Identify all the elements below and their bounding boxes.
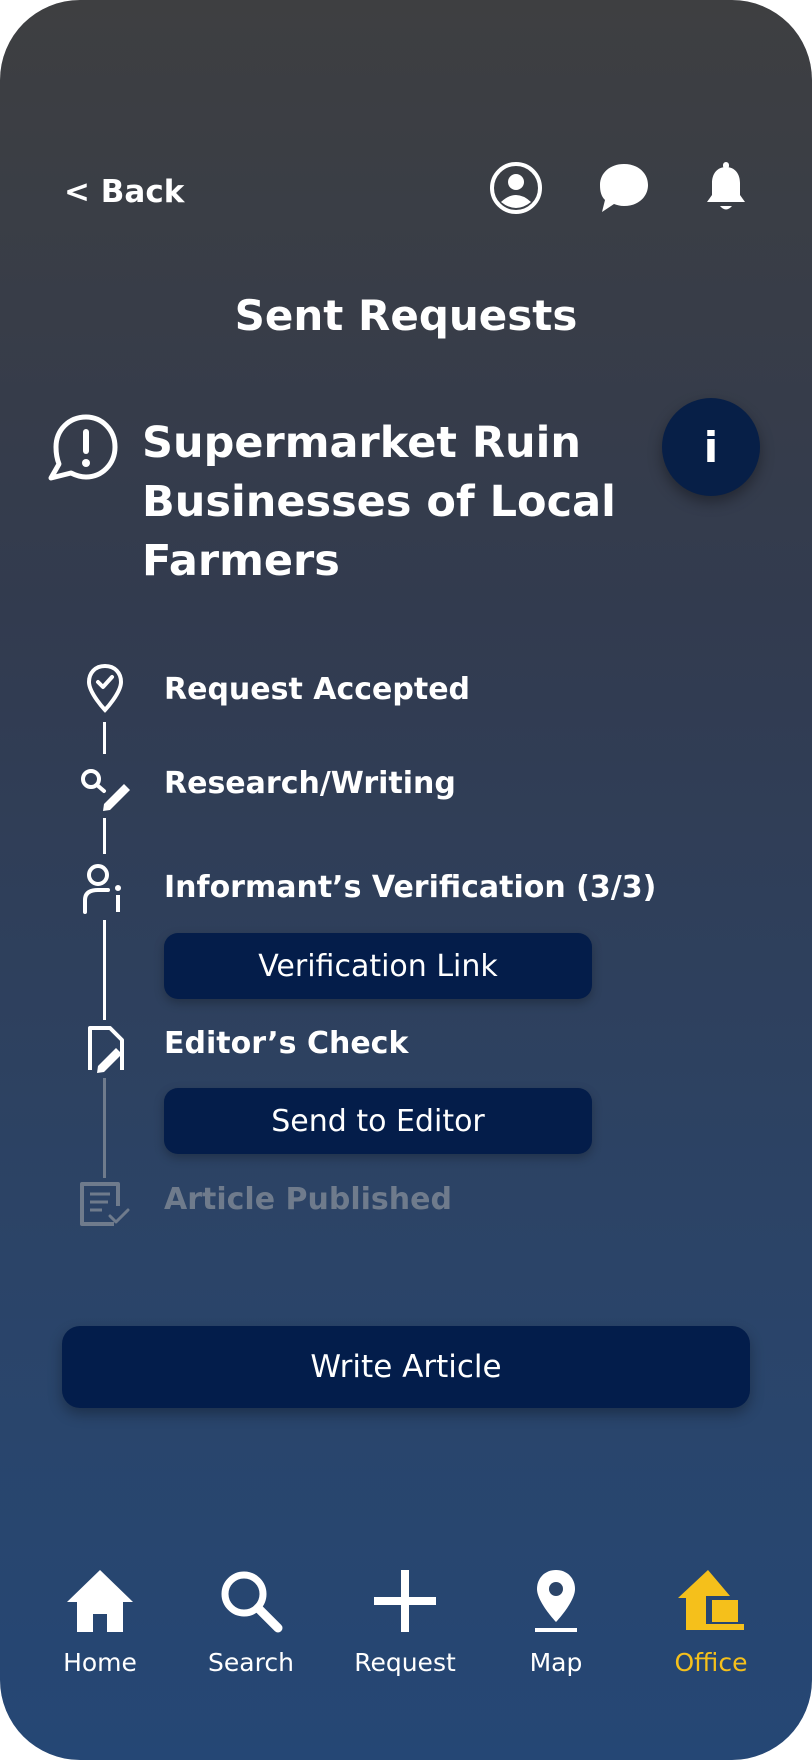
step-label-research-writing: Research/Writing [164, 766, 456, 801]
request-title: Supermarket Ruin Businesses of Local Far… [142, 418, 616, 586]
phone-screen: < Back Sent Requests Supermarket Ruin Bu… [0, 0, 812, 1760]
timeline-connector [103, 920, 106, 1020]
nav-label-search: Search [208, 1648, 294, 1677]
search-pen-icon [81, 769, 130, 811]
verification-link-button[interactable]: Verification Link [164, 933, 592, 999]
map-pin-icon [535, 1570, 577, 1632]
timeline-connector [103, 722, 106, 754]
nav-item-map[interactable]: Map [481, 1566, 631, 1686]
nav-label-map: Map [529, 1648, 583, 1677]
nav-label-home: Home [63, 1648, 137, 1677]
write-article-button[interactable]: Write Article [62, 1326, 750, 1408]
step-label-editor-check: Editor’s Check [164, 1026, 409, 1061]
person-info-icon [83, 864, 121, 914]
step-label-article-published: Article Published [164, 1182, 452, 1217]
plus-icon [374, 1570, 436, 1632]
office-icon [678, 1570, 744, 1630]
send-to-editor-button[interactable]: Send to Editor [164, 1088, 592, 1154]
profile-icon[interactable] [488, 160, 544, 216]
nav-item-home[interactable]: Home [25, 1566, 175, 1686]
search-icon [221, 1571, 283, 1633]
location-check-icon [86, 663, 124, 713]
step-label-informant-verification: Informant’s Verification (3/3) [164, 870, 657, 905]
nav-item-search[interactable]: Search [176, 1566, 326, 1686]
nav-item-office[interactable]: Office [636, 1566, 786, 1686]
timeline-connector [103, 1078, 106, 1178]
nav-label-request: Request [354, 1648, 456, 1677]
info-button[interactable]: i [662, 398, 760, 496]
step-label-request-accepted: Request Accepted [164, 672, 471, 707]
home-icon [67, 1570, 133, 1632]
chat-icon[interactable] [596, 160, 652, 216]
nav-item-request[interactable]: Request [330, 1566, 480, 1686]
page-title: Sent Requests [234, 291, 578, 340]
alert-speech-icon [48, 414, 118, 481]
back-button[interactable]: < Back [64, 170, 184, 214]
document-edit-icon [88, 1026, 124, 1073]
nav-label-office: Office [674, 1648, 748, 1677]
timeline-connector [103, 818, 106, 854]
bell-icon[interactable] [698, 160, 754, 216]
document-check-icon [80, 1182, 130, 1226]
